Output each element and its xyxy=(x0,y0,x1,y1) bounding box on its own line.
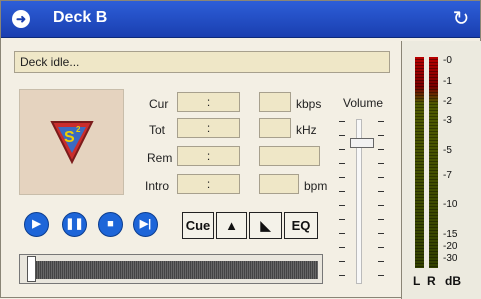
left-meter-bar xyxy=(415,57,424,268)
pause-button[interactable]: ❚❚ xyxy=(62,212,87,237)
bpm-label: bpm xyxy=(304,179,328,193)
volume-tick xyxy=(378,177,384,178)
undock-icon[interactable]: ↻ xyxy=(450,8,472,30)
title-bar: ➜ Deck B ↻ xyxy=(1,1,480,38)
play-button[interactable]: ▶ xyxy=(24,212,49,237)
volume-tick xyxy=(378,219,384,220)
db-label: dB xyxy=(445,274,461,288)
scale-label: -30 xyxy=(443,253,458,264)
ramp-icon: ◣ xyxy=(260,218,271,233)
samplerate-field xyxy=(259,118,291,138)
volume-slider-thumb[interactable] xyxy=(350,138,374,148)
volume-tick xyxy=(339,233,345,234)
volume-tick xyxy=(378,247,384,248)
cur-time: : xyxy=(177,92,240,112)
scale-label: -1 xyxy=(443,76,452,87)
ramp-button[interactable]: ◣ xyxy=(249,212,282,239)
right-meter-bar xyxy=(429,57,438,268)
bpm-field xyxy=(259,174,299,194)
volume-label: Volume xyxy=(343,96,384,110)
deck-icon[interactable]: ➜ xyxy=(12,10,30,28)
volume-tick xyxy=(378,135,384,136)
volume-tick xyxy=(339,261,345,262)
status-bar: Deck idle... xyxy=(14,51,390,73)
volume-tick xyxy=(378,261,384,262)
volume-tick xyxy=(378,163,384,164)
volume-tick xyxy=(378,275,384,276)
rem-label: Rem xyxy=(147,151,173,165)
tot-time: : xyxy=(177,118,240,138)
volume-tick xyxy=(339,163,345,164)
scale-label: -0 xyxy=(443,55,452,66)
volume-tick xyxy=(339,121,345,122)
seek-track[interactable] xyxy=(30,261,318,279)
window-title: Deck B xyxy=(53,9,108,26)
deck-window: ➜ Deck B ↻ Deck idle... S 2 Cur : Tot : … xyxy=(0,0,481,299)
volume-tick xyxy=(339,275,345,276)
intro-time: : xyxy=(177,174,240,194)
play-icon: ▶ xyxy=(32,218,41,230)
scale-label: -5 xyxy=(443,145,452,156)
volume-tick xyxy=(378,205,384,206)
scale-label: -3 xyxy=(443,115,452,126)
stop-icon: ■ xyxy=(107,218,114,230)
info-field xyxy=(259,146,320,166)
seek-bar[interactable] xyxy=(19,254,323,284)
eject-button[interactable]: ▲ xyxy=(216,212,247,239)
eq-button[interactable]: EQ xyxy=(284,212,318,239)
volume-tick xyxy=(378,121,384,122)
seek-thumb[interactable] xyxy=(27,256,36,282)
cur-label: Cur xyxy=(149,97,169,111)
scale-label: -7 xyxy=(443,170,452,181)
volume-tick xyxy=(339,191,345,192)
pause-icon: ❚❚ xyxy=(65,218,84,230)
s2-logo-icon: S 2 xyxy=(50,121,94,165)
vu-meter-panel xyxy=(401,41,481,299)
stop-button[interactable]: ■ xyxy=(98,212,123,237)
rem-time: : xyxy=(177,146,240,166)
volume-tick xyxy=(339,219,345,220)
intro-label: Intro xyxy=(145,179,170,193)
bitrate-field xyxy=(259,92,291,112)
svg-text:S: S xyxy=(64,129,75,146)
next-button[interactable]: ▶| xyxy=(133,212,158,237)
volume-tick xyxy=(339,149,345,150)
volume-tick xyxy=(378,191,384,192)
eject-icon: ▲ xyxy=(225,218,238,233)
left-channel-label: L xyxy=(413,274,421,288)
tot-label: Tot xyxy=(149,123,166,137)
s2-logo: S 2 xyxy=(19,89,124,195)
cue-button[interactable]: Cue xyxy=(182,212,214,239)
khz-label: kHz xyxy=(296,123,317,137)
right-channel-label: R xyxy=(427,274,436,288)
scale-label: -10 xyxy=(443,199,458,210)
volume-tick xyxy=(339,135,345,136)
volume-tick xyxy=(378,233,384,234)
kbps-label: kbps xyxy=(296,97,322,111)
volume-tick xyxy=(339,205,345,206)
volume-tick xyxy=(339,177,345,178)
svg-text:2: 2 xyxy=(76,125,81,134)
next-icon: ▶| xyxy=(139,218,152,230)
scale-label: -20 xyxy=(443,241,458,252)
volume-tick xyxy=(378,149,384,150)
volume-tick xyxy=(339,247,345,248)
scale-label: -2 xyxy=(443,96,452,107)
scale-label: -15 xyxy=(443,229,458,240)
